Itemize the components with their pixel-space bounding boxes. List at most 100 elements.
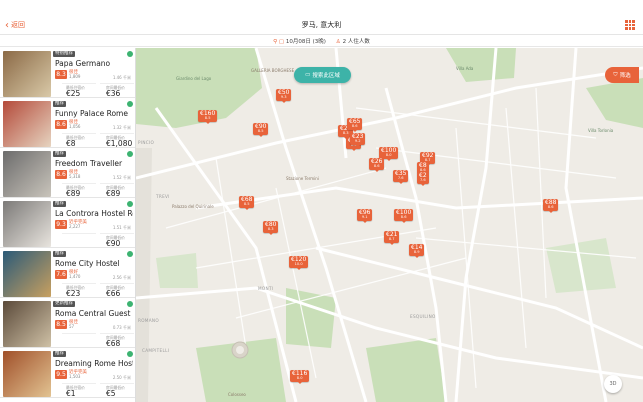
eco-leaf-icon: [127, 101, 133, 107]
map-price-pin[interactable]: €160 8.5: [198, 110, 218, 124]
guests-summary[interactable]: ♙ 2 人住人数: [336, 37, 370, 45]
dorm-price-box: 最低住宿价 €1: [62, 383, 96, 398]
hostel-photo[interactable]: [3, 251, 51, 297]
distance: 2.56 千米: [112, 275, 131, 280]
map-view[interactable]: Giardino del Lago GALLERIA BORGHESE Vill…: [136, 48, 643, 402]
map-price-pin[interactable]: €65 8.6: [347, 118, 363, 132]
map-price-pin[interactable]: €100 8.6: [394, 209, 414, 223]
map-label-villa-torlonia: Villa Torlonia: [588, 128, 614, 133]
hostel-photo[interactable]: [3, 151, 51, 197]
distance: 1.46 千米: [112, 75, 131, 80]
room-price-box: 房间最低价 €36: [100, 83, 134, 98]
rating-score: 9.5: [55, 370, 67, 379]
rating-score: 9.3: [55, 220, 67, 229]
map-price-pin[interactable]: €21 8.7: [384, 231, 400, 245]
map-price-pin[interactable]: €120 10.0: [289, 256, 309, 270]
dorm-price-box: 最低住宿价 €89: [62, 183, 96, 198]
hostel-name[interactable]: Rome City Hostel: [55, 259, 133, 268]
map-price-pin[interactable]: €50 9.3: [276, 89, 292, 103]
hostel-name[interactable]: La Controra Hostel Rome: [55, 209, 133, 218]
map-label-pincio: PINCIO: [138, 140, 155, 145]
hostel-card[interactable]: 推荐 Dreaming Rome Hostel 9.5 近乎完美 1,503 2…: [0, 348, 135, 398]
map-price-pin[interactable]: €90 8.5: [253, 123, 269, 137]
hostel-photo[interactable]: [3, 101, 51, 147]
map-price-pin[interactable]: €26 8.6: [369, 158, 385, 172]
map-label-gallery: GALLERIA BORGHESE: [251, 68, 295, 73]
map-price-pin[interactable]: €96 9.1: [357, 209, 373, 223]
map-label-termini: Stazione Termini: [286, 176, 319, 181]
distance: 1.52 千米: [112, 175, 131, 180]
eco-leaf-icon: [127, 51, 133, 57]
hostel-name[interactable]: Funny Palace Rome: [55, 109, 133, 118]
top-navigation-bar: ‹ 返回 罗马, 意大利: [0, 0, 643, 35]
hostel-card[interactable]: 推荐 Rome City Hostel 7.6 很好 1,470 2.56 千米…: [0, 248, 135, 298]
distance: 2.50 千米: [112, 375, 131, 380]
hostel-name[interactable]: Roma Central Guest Hou...: [55, 309, 133, 318]
map-background: [136, 48, 643, 402]
hostel-photo[interactable]: [3, 351, 51, 397]
pin-score: 7.6: [419, 178, 426, 182]
map-price-pin[interactable]: €68 8.5: [239, 196, 255, 210]
hostel-card[interactable]: 更新推荐 Roma Central Guest Hou... 8.5 很佳 57…: [0, 298, 135, 348]
map-price-pin[interactable]: €23 9.2: [350, 133, 366, 147]
hostel-card[interactable]: 推荐 Freedom Traveller 8.6 很佳 5,318 1.52 千…: [0, 148, 135, 198]
recommend-badge: 推荐: [53, 251, 66, 257]
recommend-badge: 推荐: [53, 351, 66, 357]
dorm-price: €23: [66, 289, 81, 298]
recommend-badge: 推荐: [53, 201, 66, 207]
hostel-list[interactable]: 特别推荐 Papa Germano 8.3 很佳 1,809 1.46 千米 最…: [0, 48, 136, 402]
room-price-box: 房间最低价 €1,080: [100, 133, 134, 148]
map-price-pin[interactable]: €116 8.0: [290, 370, 310, 384]
dorm-price: €8: [66, 139, 76, 148]
compass-3d-button[interactable]: 3D: [604, 375, 622, 393]
hostel-name[interactable]: Dreaming Rome Hostel: [55, 359, 133, 368]
grid-view-icon[interactable]: [625, 20, 635, 30]
map-price-pin[interactable]: €14 8.9: [409, 244, 425, 258]
hostel-name[interactable]: Papa Germano: [55, 59, 133, 68]
search-this-area-button[interactable]: ▭ 搜索此区域: [294, 67, 351, 83]
review-count: 1,056: [69, 124, 81, 129]
recommend-badge: 推荐: [53, 151, 66, 157]
hostel-photo[interactable]: [3, 301, 51, 347]
hostel-card[interactable]: 推荐 Funny Palace Rome 8.6 很佳 1,056 1.32 千…: [0, 98, 135, 148]
room-price: €36: [106, 89, 121, 98]
map-price-pin[interactable]: €88 8.6: [543, 199, 559, 213]
map-price-pin[interactable]: €100 8.0: [379, 147, 399, 161]
pin-score: 8.9: [413, 250, 420, 254]
pin-score: 8.6: [547, 205, 554, 209]
pin-score: 7.6: [397, 176, 404, 180]
date-summary[interactable]: ⚲ ▢ 10月08日 (3晚): [273, 37, 326, 45]
person-icon: ♙: [335, 38, 341, 45]
map-icon: ▭: [305, 72, 311, 78]
eco-leaf-icon: [127, 201, 133, 207]
hostel-photo[interactable]: [3, 201, 51, 247]
search-icon: ⚲: [273, 38, 278, 45]
map-label-trevi: TREVI: [156, 194, 170, 199]
room-price-box: 房间最低价 €90: [100, 233, 134, 248]
rating-score: 8.5: [55, 320, 67, 329]
room-price: €90: [106, 239, 121, 248]
hostel-name[interactable]: Freedom Traveller: [55, 159, 133, 168]
review-count: 1,503: [69, 374, 81, 379]
eco-leaf-icon: [127, 301, 133, 307]
map-label-villa-ada: Villa Ada: [456, 66, 474, 71]
search-summary-bar[interactable]: ⚲ ▢ 10月08日 (3晚) ♙ 2 人住人数: [0, 35, 643, 47]
map-label-campitelli: CAMPITELLI: [142, 348, 170, 353]
review-count: 1,470: [69, 274, 81, 279]
eco-leaf-icon: [127, 351, 133, 357]
hostel-photo[interactable]: [3, 51, 51, 97]
room-price-box: 房间最低价 €89: [100, 183, 134, 198]
map-price-pin[interactable]: €2 7.6: [417, 172, 429, 186]
page-title: 罗马, 意大利: [301, 21, 342, 29]
map-price-pin[interactable]: €35 7.6: [393, 170, 409, 184]
hostel-card[interactable]: 推荐 La Controra Hostel Rome 9.3 近乎完美 2,22…: [0, 198, 135, 248]
hostel-card[interactable]: 特别推荐 Papa Germano 8.3 很佳 1,809 1.46 千米 最…: [0, 48, 135, 98]
filter-button[interactable]: ⛉ 筛选: [605, 67, 639, 83]
rating-score: 8.6: [55, 170, 67, 179]
filter-icon: ⛉: [613, 71, 618, 78]
map-price-pin[interactable]: €80 8.3: [263, 221, 279, 235]
review-count: 57: [69, 324, 75, 329]
calendar-icon: ▢: [278, 38, 285, 45]
dorm-price-box: 最低住宿价 €8: [62, 133, 96, 148]
pin-score: 9.1: [361, 215, 368, 219]
